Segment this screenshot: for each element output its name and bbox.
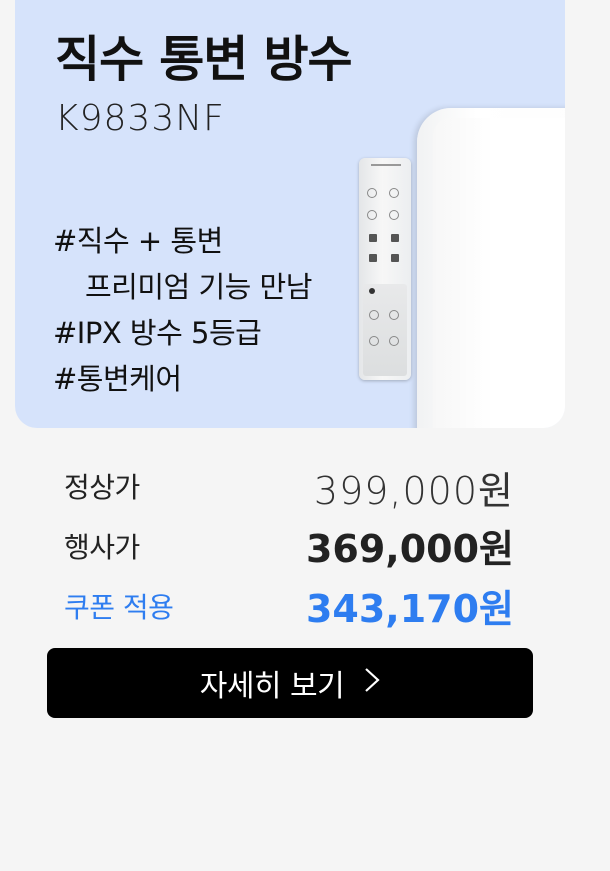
coupon-price-value: 343,170원 bbox=[305, 587, 514, 631]
massage-icon bbox=[369, 336, 379, 346]
chevron-right-icon bbox=[364, 667, 380, 700]
toilet-lid-image bbox=[433, 118, 565, 428]
coupon-price-label: 쿠폰 적용 bbox=[64, 591, 174, 624]
pressure-button-icon bbox=[369, 234, 377, 242]
stop-icon bbox=[389, 336, 399, 346]
dry-icon bbox=[367, 210, 377, 220]
plus-button-icon bbox=[391, 254, 399, 262]
coupon-price-row: 쿠폰 적용 343,170원 bbox=[0, 576, 610, 636]
bidet-icon bbox=[389, 188, 399, 198]
nozzle-icon bbox=[369, 310, 379, 320]
model-number: K9833NF bbox=[55, 98, 225, 139]
product-card: 직수 통변 방수 K9833NF #직수 + 통변 프리미엄 기능 만남 #IP… bbox=[15, 0, 565, 428]
panel-lower-section bbox=[363, 284, 407, 376]
minus-button-icon bbox=[369, 254, 377, 262]
product-title: 직수 통변 방수 bbox=[55, 31, 353, 88]
regular-price-label: 정상가 bbox=[64, 471, 140, 504]
view-details-label: 자세히 보기 bbox=[199, 669, 345, 704]
control-panel-image bbox=[359, 158, 411, 380]
feature-item: #IPX 방수 5등급 bbox=[53, 316, 262, 350]
position-button-icon bbox=[391, 234, 399, 242]
power-icon bbox=[389, 210, 399, 220]
wash-icon bbox=[367, 188, 377, 198]
view-details-button[interactable]: 자세히 보기 bbox=[47, 648, 533, 718]
seat-temp-icon bbox=[389, 310, 399, 320]
brand-logo-icon bbox=[369, 288, 375, 294]
sale-price-row: 행사가 369,000원 bbox=[0, 516, 610, 576]
sale-price-value: 369,000원 bbox=[305, 527, 514, 571]
feature-item: #직수 + 통변 bbox=[53, 224, 223, 258]
regular-price-value: 399,000원 bbox=[313, 469, 514, 513]
feature-item: 프리미엄 기능 만남 bbox=[85, 270, 312, 304]
feature-list: #직수 + 통변 프리미엄 기능 만남 #IPX 방수 5등급 #통변케어 bbox=[53, 218, 312, 402]
regular-price-row: 정상가 399,000원 bbox=[0, 456, 610, 516]
sale-price-label: 행사가 bbox=[64, 531, 140, 564]
panel-model-text bbox=[371, 164, 401, 166]
feature-item: #통변케어 bbox=[53, 362, 182, 396]
